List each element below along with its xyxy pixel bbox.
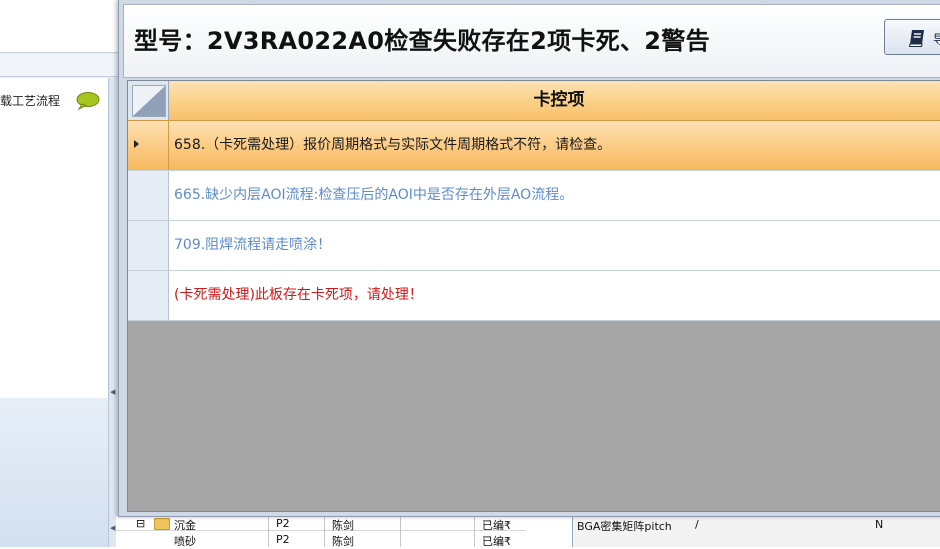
collapse-left-icon[interactable]: ◀ [110, 388, 115, 396]
row-header[interactable] [128, 171, 169, 220]
tree-expander-icon[interactable]: ⊟ [136, 517, 145, 530]
process-name: 沉金 [174, 519, 196, 532]
row-header[interactable] [128, 121, 169, 170]
column-divider [474, 516, 475, 547]
spec-flag: N [875, 518, 884, 531]
spec-label: BGA密集矩阵pitch [577, 520, 672, 533]
dialog-title: 型号：2V3RA022A0检查失败存在2项卡死、2警告 [134, 27, 710, 55]
row-text: 709.阻焊流程请走喷涂！ [174, 237, 332, 253]
row-text: 665.缺少内层AOI流程:检查压后的AOI中是否存在外层AO流程。 [174, 187, 574, 203]
process-level: P2 [276, 533, 290, 546]
process-status: 已编₹ [482, 519, 511, 532]
background-tabstrip [0, 54, 118, 77]
process-level: P2 [276, 517, 290, 530]
row-header[interactable] [128, 271, 169, 320]
check-items-grid: 卡控项 658.（卡死需处理）报价周期格式与实际文件周期格式不符，请检查。 66… [127, 80, 940, 512]
speech-bubble-icon[interactable] [76, 92, 100, 111]
column-divider [400, 516, 401, 547]
process-owner: 陈剑 [332, 519, 354, 532]
spec-table: BGA密集矩阵pitch / N [572, 516, 940, 547]
column-divider [268, 516, 269, 547]
background-toolbar [0, 0, 118, 53]
dialog-header: 型号：2V3RA022A0检查失败存在2项卡死、2警告 导 [123, 4, 940, 78]
grid-row[interactable]: 709.阻焊流程请走喷涂！ [128, 221, 940, 271]
current-row-arrow-icon [134, 140, 139, 148]
grid-header: 卡控项 [128, 81, 940, 121]
row-text: (卡死需处理)此板存在卡死项，请处理！ [174, 287, 423, 303]
export-button[interactable]: 导 [884, 19, 940, 55]
collapse-left-icon-2[interactable]: ◀ [110, 524, 115, 532]
select-all-corner[interactable] [128, 81, 169, 120]
spec-value: / [695, 518, 699, 531]
grid-row[interactable]: 665.缺少内层AOI流程:检查压后的AOI中是否存在外层AO流程。 [128, 171, 940, 221]
background-process-table: ⊟ 沉金 P2 陈剑 已编₹ 喷砂 P2 陈剑 已编₹ BGA密集矩阵pitch… [116, 516, 940, 548]
row-text: 658.（卡死需处理）报价周期格式与实际文件周期格式不符，请检查。 [174, 137, 612, 153]
process-list-item[interactable]: 载工艺流程 [0, 92, 60, 109]
export-button-label: 导 [933, 33, 940, 48]
left-panel: 载工艺流程 [0, 78, 109, 399]
splitter-handle[interactable]: ◀ ◀ [108, 78, 117, 547]
book-icon [907, 28, 925, 48]
check-result-dialog: 型号：2V3RA022A0检查失败存在2项卡死、2警告 导 卡控项 658.（卡… [118, 0, 940, 517]
left-lower-panel [0, 398, 109, 547]
column-header-check-item[interactable]: 卡控项 [168, 81, 940, 120]
grid-row[interactable]: (卡死需处理)此板存在卡死项，请处理！ [128, 271, 940, 321]
folder-icon [154, 517, 170, 530]
row-header[interactable] [128, 221, 169, 270]
column-divider [324, 516, 325, 547]
grid-row[interactable]: 658.（卡死需处理）报价周期格式与实际文件周期格式不符，请检查。 [128, 121, 940, 171]
